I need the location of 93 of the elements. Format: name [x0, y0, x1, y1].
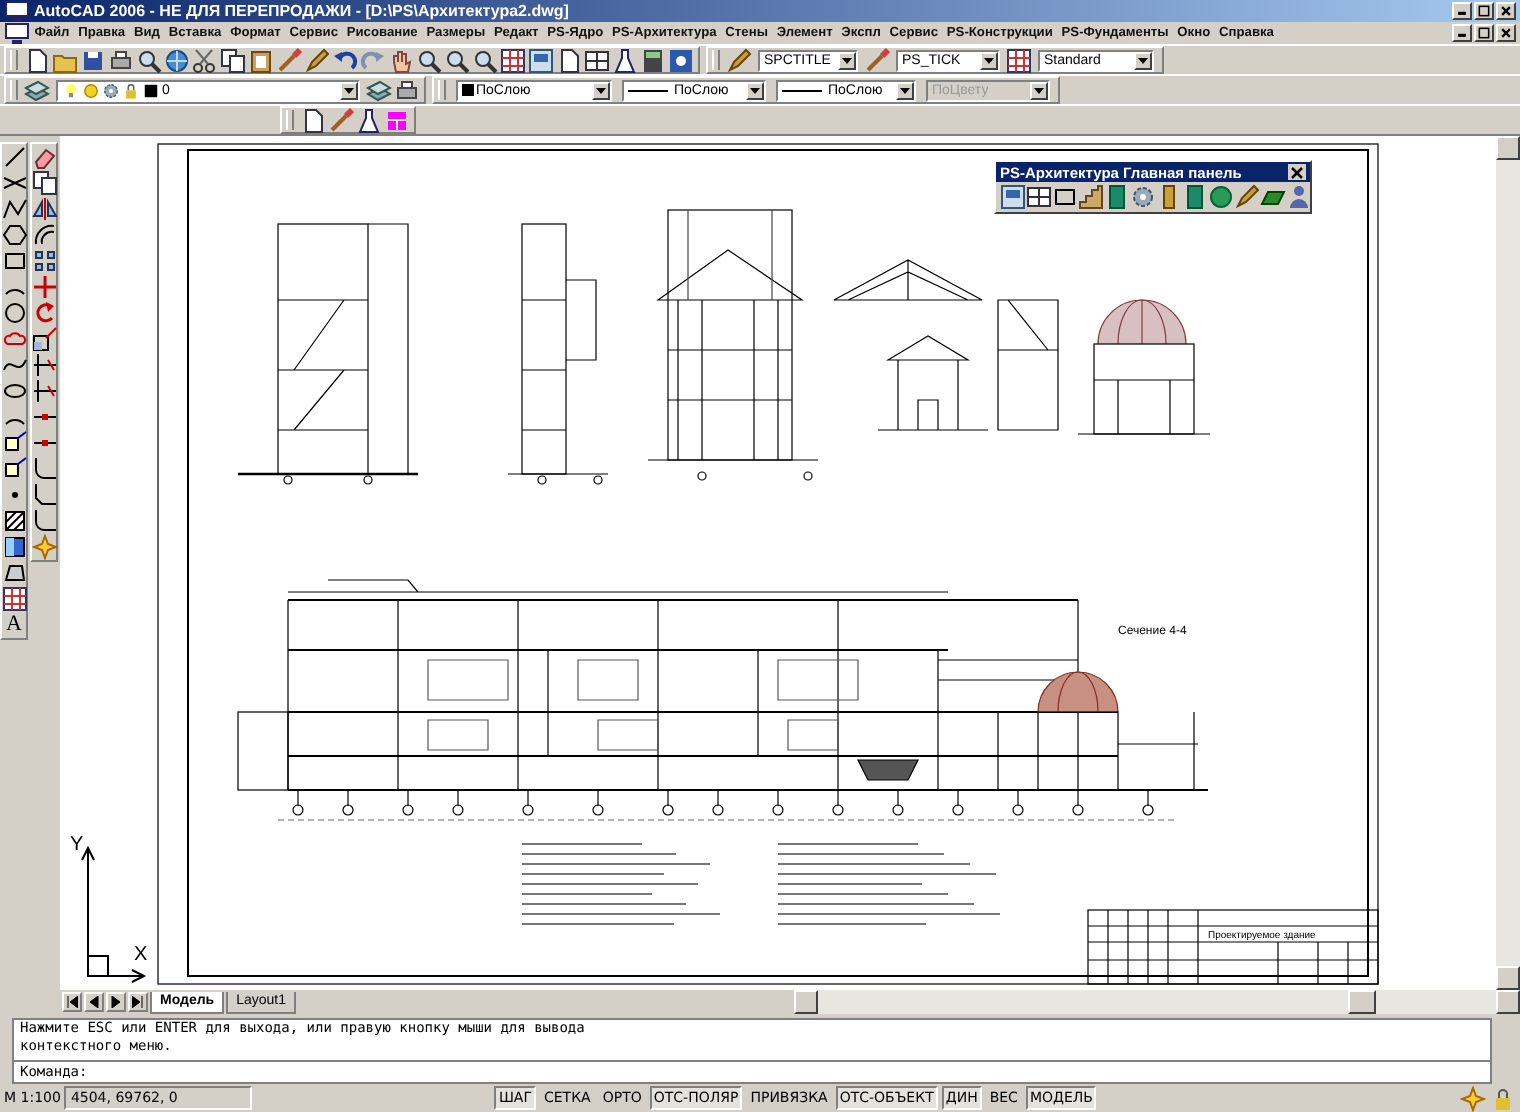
dropdown-arrow-icon[interactable] [592, 81, 610, 99]
app-icon [4, 0, 30, 24]
ball-icon[interactable] [1208, 184, 1234, 210]
dropdown-arrow-icon[interactable] [1134, 51, 1152, 69]
table-icon[interactable] [1, 586, 27, 612]
bulb-icon [62, 81, 80, 99]
polyline-icon[interactable] [1, 196, 27, 222]
redo-icon[interactable] [360, 47, 386, 73]
scroll-up-button[interactable] [1496, 136, 1520, 160]
polygon-icon[interactable] [1, 222, 27, 248]
tab-next-button[interactable] [106, 992, 126, 1013]
copy-icon[interactable] [220, 47, 246, 73]
offset-icon[interactable] [31, 222, 57, 248]
window-title: AutoCAD 2006 - НЕ ДЛЯ ПЕРЕПРОДАЖИ - [D:\PS\Архитектура2.dwg] [34, 1, 569, 21]
array-icon[interactable] [31, 248, 57, 274]
explode-icon[interactable] [31, 534, 57, 560]
window-icon[interactable] [1026, 184, 1052, 210]
rotate-icon[interactable] [31, 300, 57, 326]
zoom-icon[interactable] [444, 47, 470, 73]
table-style-icon[interactable] [1006, 47, 1032, 73]
layers-icon[interactable] [24, 77, 50, 103]
vertical-scrollbar[interactable] [1496, 136, 1520, 991]
person-icon[interactable] [1286, 184, 1312, 210]
printer-icon[interactable] [108, 47, 134, 73]
eraser-icon[interactable] [31, 144, 57, 170]
zoom-icon[interactable] [416, 47, 442, 73]
block-icon[interactable] [1, 456, 27, 482]
region-icon[interactable] [1, 560, 27, 586]
move-icon[interactable] [31, 274, 57, 300]
undo-icon[interactable] [332, 47, 358, 73]
fillet-icon[interactable] [31, 456, 57, 482]
scale-icon[interactable] [31, 326, 57, 352]
dropdown-arrow-icon[interactable] [746, 81, 764, 99]
horizontal-scrollbar[interactable] [794, 990, 1520, 1015]
text-tool[interactable]: A [1, 612, 27, 638]
lock-icon[interactable] [1490, 1085, 1516, 1112]
text-style-icon[interactable] [726, 47, 752, 73]
block-icon[interactable] [1, 430, 27, 456]
ellipse-icon[interactable] [1, 378, 27, 404]
scroll-right-button[interactable] [1496, 990, 1520, 1015]
scroll-down-button[interactable] [1496, 966, 1520, 991]
dropdown-arrow-icon[interactable] [838, 51, 856, 69]
trim-icon[interactable] [31, 352, 57, 378]
hand-icon[interactable] [388, 47, 414, 73]
trim-icon[interactable] [31, 378, 57, 404]
layer-previous-icon[interactable] [366, 77, 392, 103]
tab-last-button[interactable] [128, 992, 148, 1013]
window-icon[interactable] [584, 47, 610, 73]
pencil-icon[interactable] [304, 47, 330, 73]
y-axis-label: Y [70, 834, 84, 856]
tab-first-button[interactable] [62, 992, 82, 1013]
stairs-icon[interactable] [1078, 184, 1104, 210]
grid-icon[interactable] [500, 47, 526, 73]
page-icon[interactable] [24, 47, 50, 73]
dropdown-arrow-icon[interactable] [896, 81, 914, 99]
hatch-icon[interactable] [1, 508, 27, 534]
chamfer-icon[interactable] [31, 482, 57, 508]
document-icon[interactable] [4, 20, 30, 46]
clipboard-icon[interactable] [248, 47, 274, 73]
marker-icon[interactable] [328, 107, 354, 133]
lock-icon [122, 81, 140, 99]
gear-icon[interactable] [1130, 184, 1156, 210]
fillet-icon[interactable] [31, 508, 57, 534]
brush-icon[interactable] [276, 47, 302, 73]
line-sample-icon [782, 89, 822, 91]
scroll-left-button[interactable] [794, 990, 818, 1015]
color-swatch-icon [142, 81, 160, 99]
dropdown-arrow-icon[interactable] [980, 51, 998, 69]
scroll-thumb[interactable] [1348, 990, 1376, 1015]
line-icon[interactable] [1, 144, 27, 170]
scissors-icon[interactable] [192, 47, 218, 73]
tab-prev-button[interactable] [84, 992, 104, 1013]
rectangle-icon[interactable] [1052, 184, 1078, 210]
rectangle-icon[interactable] [1, 248, 27, 274]
dimension-style-icon[interactable] [864, 47, 890, 73]
gear-icon [102, 81, 120, 99]
page-icon[interactable] [556, 47, 582, 73]
copy-icon[interactable] [31, 170, 57, 196]
sun-icon [82, 81, 100, 99]
globe-icon[interactable] [164, 47, 190, 73]
gradient-icon[interactable] [1, 534, 27, 560]
x-axis-label: X [134, 944, 148, 966]
dropdown-arrow-icon[interactable] [340, 81, 358, 99]
mirror-icon[interactable] [31, 196, 57, 222]
color-swatch-icon [462, 84, 474, 96]
circle-icon[interactable] [1, 300, 27, 326]
line-sample-icon [628, 89, 668, 91]
close-button[interactable] [1288, 164, 1306, 180]
tablet-icon[interactable] [640, 47, 666, 73]
zoom-icon[interactable] [472, 47, 498, 73]
zoom-icon[interactable] [136, 47, 162, 73]
flask-icon[interactable] [612, 47, 638, 73]
ucs-icon [81, 845, 147, 983]
